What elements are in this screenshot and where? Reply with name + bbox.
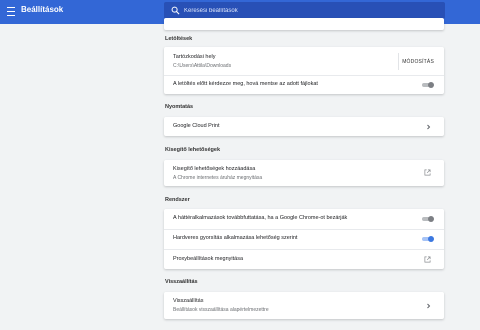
download-location-path: C:\Users\Attila\Downloads [173, 63, 232, 69]
proxy-settings-label: Proxybeállítások megnyitása [173, 256, 244, 262]
proxy-settings-row[interactable]: Proxybeállítások megnyitása [164, 250, 444, 269]
ask-before-download-toggle[interactable] [421, 82, 434, 88]
add-accessibility-label: Kisegítő lehetőségek hozzáadása [173, 166, 256, 172]
section-title-system: Rendszer [165, 197, 190, 203]
section-title-downloads: Letöltések [165, 36, 193, 42]
add-accessibility-row[interactable]: Kisegítő lehetőségek hozzáadása A Chrome… [164, 160, 444, 186]
downloads-card: Tartózkodási hely C:\Users\Attila\Downlo… [164, 47, 444, 94]
google-cloud-print-label: Google Cloud Print [173, 123, 220, 129]
reset-card: Visszaállítás Beállítások visszaállítása… [164, 292, 444, 319]
hardware-acceleration-toggle[interactable] [421, 236, 434, 242]
section-title-accessibility: Kisegítő lehetőségek [165, 147, 221, 153]
ask-before-download-label: A letöltés előtt kérdezze meg, hová ment… [173, 81, 318, 87]
open-external-icon [424, 169, 431, 176]
divider [398, 53, 399, 70]
printing-card: Google Cloud Print [164, 117, 444, 136]
reset-settings-row[interactable]: Visszaállítás Beállítások visszaállítása… [164, 292, 444, 319]
search-icon [171, 6, 180, 15]
download-location-row: Tartózkodási hely C:\Users\Attila\Downlo… [164, 47, 444, 75]
download-location-label: Tartózkodási hely [173, 54, 216, 60]
chevron-right-icon [427, 303, 431, 309]
hardware-acceleration-label: Hardveres gyorsítás alkalmazása lehetősé… [173, 235, 298, 241]
section-title-printing: Nyomtatás [165, 104, 194, 110]
background-apps-toggle[interactable] [421, 216, 434, 222]
chevron-right-icon [427, 124, 431, 130]
reset-settings-sub: Beállítások visszaállítása alapértelmeze… [173, 307, 269, 313]
background-apps-row[interactable]: A háttéralkalmazások továbbfuttatása, ha… [164, 209, 444, 229]
accessibility-card: Kisegítő lehetőségek hozzáadása A Chrome… [164, 160, 444, 186]
add-accessibility-sub: A Chrome internetes áruház megnyitása [173, 175, 263, 181]
ask-before-download-row[interactable]: A letöltés előtt kérdezze meg, hová ment… [164, 76, 444, 94]
section-title-reset: Visszaállítás [165, 279, 198, 285]
previous-section-card [164, 18, 444, 30]
menu-icon[interactable] [7, 6, 15, 17]
change-location-button[interactable]: MÓDOSÍTÁS [402, 59, 434, 65]
search-box[interactable] [164, 2, 445, 19]
system-card: A háttéralkalmazások továbbfuttatása, ha… [164, 209, 444, 269]
background-apps-label: A háttéralkalmazások továbbfuttatása, ha… [173, 215, 348, 221]
search-input[interactable] [184, 4, 434, 17]
open-external-icon [424, 256, 431, 263]
reset-settings-label: Visszaállítás [173, 298, 204, 304]
google-cloud-print-row[interactable]: Google Cloud Print [164, 117, 444, 136]
hardware-acceleration-row[interactable]: Hardveres gyorsítás alkalmazása lehetősé… [164, 230, 444, 249]
page-title: Beállítások [21, 5, 64, 14]
